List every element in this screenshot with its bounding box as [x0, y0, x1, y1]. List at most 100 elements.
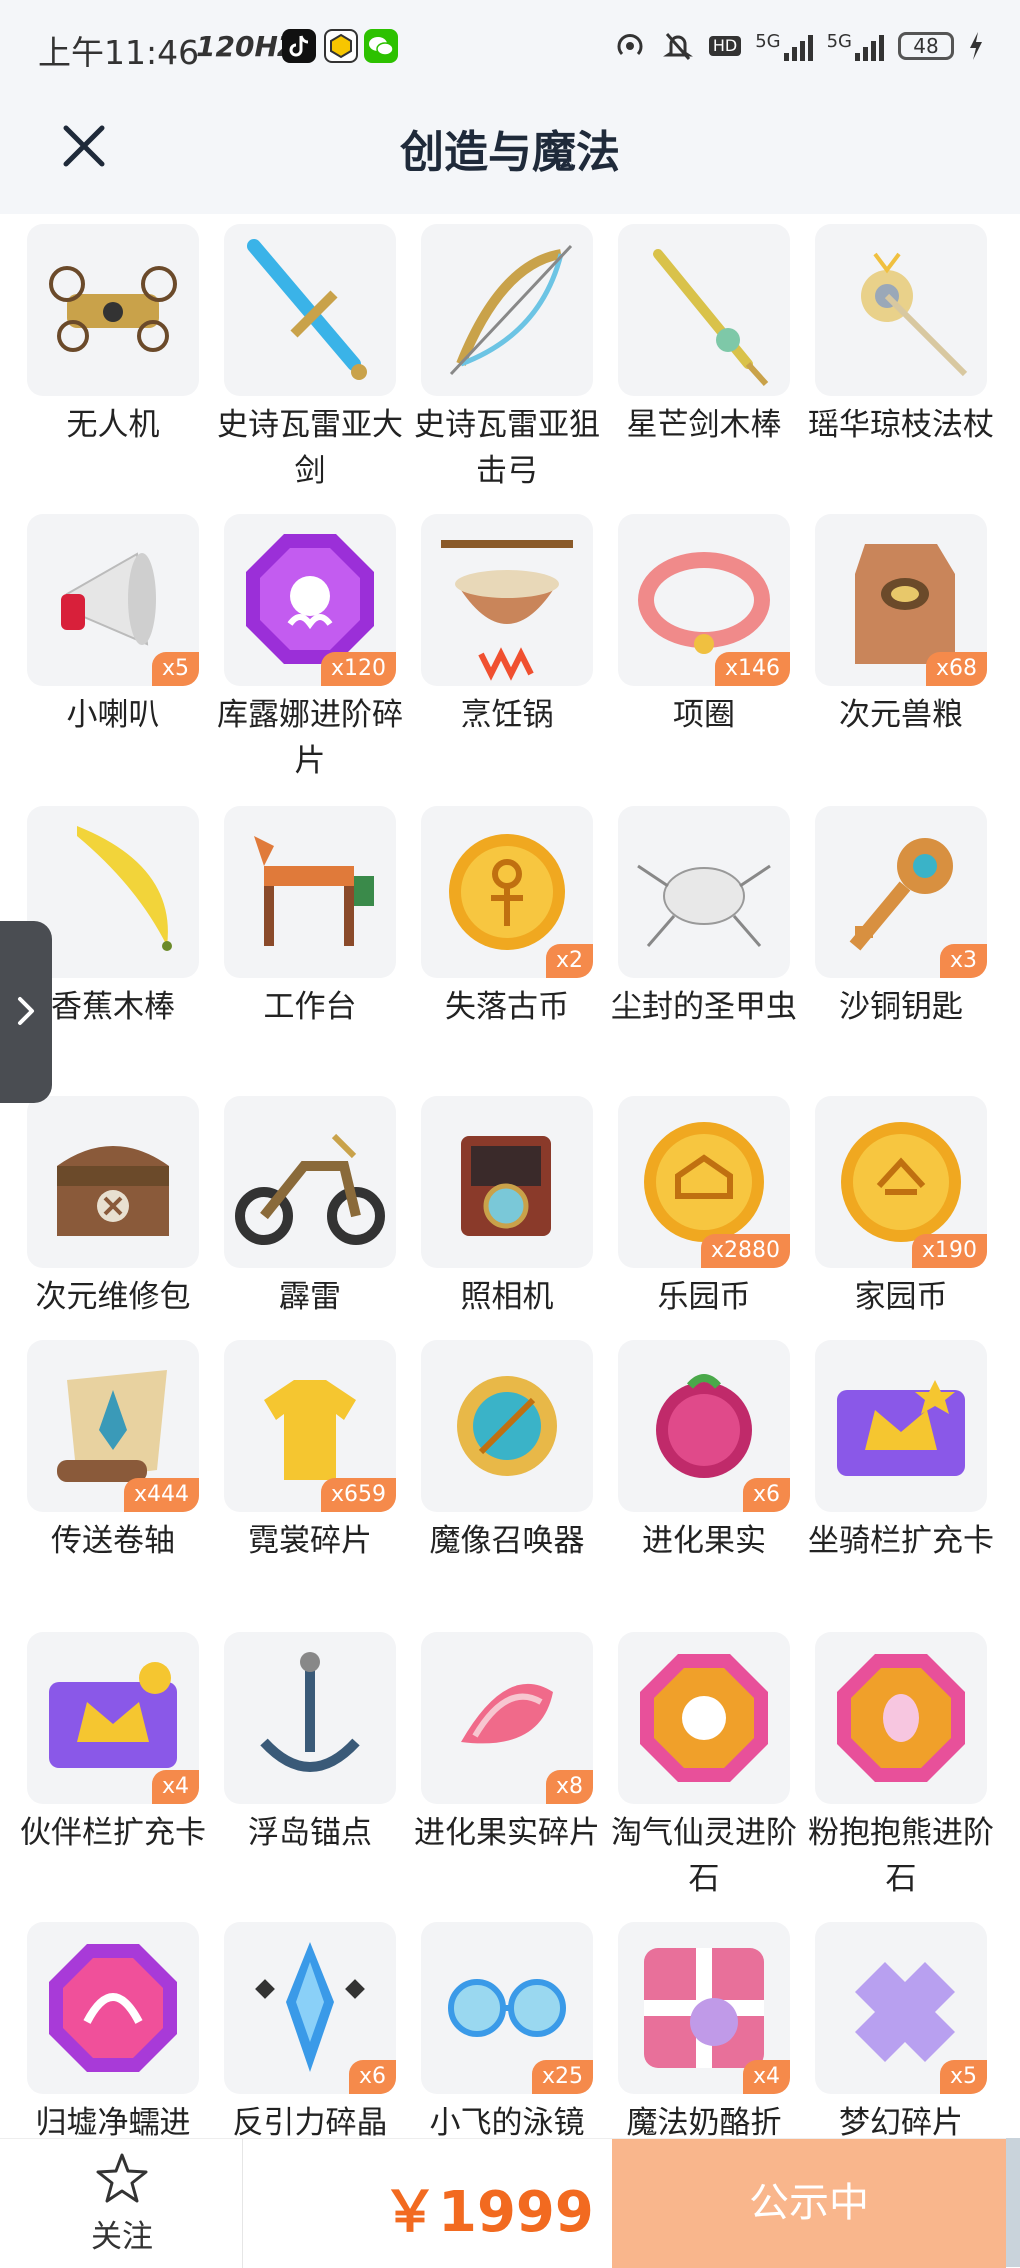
item-icon: [449, 244, 573, 376]
item-image: x444: [27, 1340, 199, 1512]
item-card[interactable]: 次元维修包: [27, 1096, 199, 1320]
item-image: [27, 224, 199, 396]
item-image: [27, 1096, 199, 1268]
item-card[interactable]: 粉抱抱熊进阶石: [808, 1632, 994, 1902]
item-card[interactable]: x6 反引力碎晶: [224, 1922, 396, 2138]
item-count-badge: x4: [151, 1770, 199, 1804]
item-name: 史诗瓦雷亚狙击弓: [414, 407, 600, 489]
item-icon: [640, 1654, 768, 1782]
item-card[interactable]: x659 霓裳碎片: [224, 1340, 396, 1564]
item-image: [618, 224, 790, 396]
item-card[interactable]: x8 进化果实碎片: [414, 1632, 600, 1856]
item-name: 魔法奶酪折: [626, 2105, 782, 2138]
item-card[interactable]: 瑶华琼枝法杖: [808, 224, 994, 448]
item-name: 家园币: [854, 1279, 948, 1315]
item-card[interactable]: x146 项圈: [618, 514, 790, 738]
side-drawer-handle[interactable]: [0, 921, 52, 1103]
item-image: x5: [815, 1922, 987, 2094]
item-image: [421, 514, 593, 686]
item-card[interactable]: 霹雷: [224, 1096, 396, 1320]
item-card[interactable]: x3 沙铜钥匙: [815, 806, 987, 1030]
follow-button[interactable]: 关注: [62, 2151, 182, 2256]
item-name: 进化果实: [642, 1523, 766, 1559]
scrollbar[interactable]: [1006, 2138, 1020, 2267]
item-card[interactable]: x444 传送卷轴: [27, 1340, 199, 1564]
item-icon: [861, 252, 968, 377]
item-count-badge: x2: [545, 944, 593, 978]
item-grid: 无人机 史诗瓦雷亚大剑 史诗瓦雷亚狙击弓 星芒剑木棒 瑶华琼枝法杖 x5 小喇叭 x120 库露…: [0, 214, 1020, 2138]
item-name: 无人机: [66, 407, 160, 443]
item-card[interactable]: 工作台: [224, 806, 396, 1030]
item-card[interactable]: 史诗瓦雷亚大剑: [217, 224, 403, 494]
item-name: 粉抱抱熊进阶石: [808, 1815, 994, 1897]
item-card[interactable]: 魔像召唤器: [421, 1340, 593, 1564]
item-image: x6: [224, 1922, 396, 2094]
item-card[interactable]: 归墟净蠕进: [27, 1922, 199, 2138]
item-count-badge: x120: [320, 652, 396, 686]
item-image: [815, 1340, 987, 1512]
item-count-badge: x25: [531, 2060, 593, 2094]
item-count-badge: x2880: [700, 1234, 790, 1268]
chevron-right-icon: [18, 997, 34, 1025]
item-name: 魔像召唤器: [429, 1523, 585, 1559]
item-image: x68: [815, 514, 987, 686]
item-image: x659: [224, 1340, 396, 1512]
item-count-badge: x5: [939, 2060, 987, 2094]
item-name: 烹饪锅: [460, 697, 554, 733]
item-icon: [254, 836, 374, 946]
item-name: 尘封的圣甲虫: [611, 989, 797, 1025]
item-count-badge: x659: [320, 1478, 396, 1512]
item-card[interactable]: 照相机: [421, 1096, 593, 1320]
item-name: 库露娜进阶碎片: [217, 697, 403, 779]
publicity-status-button[interactable]: 公示中: [612, 2139, 1006, 2268]
tiktok-icon: [282, 29, 316, 63]
item-image: x2: [421, 806, 593, 978]
item-count-badge: x146: [714, 652, 790, 686]
status-indicators: HD 5G 5G 48: [613, 24, 984, 68]
item-card[interactable]: x120 库露娜进阶碎片: [217, 514, 403, 784]
item-card[interactable]: x5 梦幻碎片: [815, 1922, 987, 2138]
charging-icon: [970, 32, 982, 60]
item-image: x25: [421, 1922, 593, 2094]
item-card[interactable]: 浮岛锚点: [224, 1632, 396, 1856]
item-card[interactable]: 尘封的圣甲虫: [611, 806, 797, 1030]
item-card[interactable]: 史诗瓦雷亚狙击弓: [414, 224, 600, 494]
item-card[interactable]: x4 魔法奶酪折: [618, 1922, 790, 2138]
item-name: 史诗瓦雷亚大剑: [217, 407, 403, 489]
item-image: x120: [224, 514, 396, 686]
item-name: 反引力碎晶: [232, 2105, 388, 2138]
item-card[interactable]: x4 伙伴栏扩充卡: [20, 1632, 206, 1856]
item-name: 传送卷轴: [51, 1523, 175, 1559]
item-card[interactable]: x5 小喇叭: [27, 514, 199, 738]
item-image: x5: [27, 514, 199, 686]
item-card[interactable]: 淘气仙灵进阶石: [611, 1632, 797, 1902]
item-name: 照相机: [460, 1279, 554, 1315]
item-count-badge: x6: [742, 1478, 790, 1512]
item-card[interactable]: x25 小飞的泳镜: [421, 1922, 593, 2138]
item-card[interactable]: 星芒剑木棒: [618, 224, 790, 448]
item-name: 归墟净蠕进: [35, 2105, 191, 2138]
item-image: [224, 224, 396, 396]
mute-bell-icon: [662, 33, 693, 60]
item-name: 小飞的泳镜: [429, 2105, 585, 2138]
item-card[interactable]: x2 失落古币: [421, 806, 593, 1030]
item-card[interactable]: x6 进化果实: [618, 1340, 790, 1564]
item-icon: [837, 1654, 965, 1782]
item-card[interactable]: x68 次元兽粮: [815, 514, 987, 738]
item-card[interactable]: 无人机: [27, 224, 199, 448]
network-type: 5G: [755, 31, 781, 52]
status-time: 上午11:46: [38, 33, 200, 72]
item-name: 次元兽粮: [839, 697, 963, 733]
item-icon: [247, 239, 367, 380]
item-name: 失落古币: [445, 989, 569, 1025]
item-name: 伙伴栏扩充卡: [20, 1815, 206, 1851]
item-card[interactable]: 香蕉木棒: [27, 806, 199, 1030]
item-icon: [57, 1146, 169, 1236]
item-card[interactable]: x2880 乐园币: [618, 1096, 790, 1320]
item-card[interactable]: 烹饪锅: [421, 514, 593, 738]
item-name: 进化果实碎片: [414, 1815, 600, 1851]
item-image: [27, 1922, 199, 2094]
item-card[interactable]: 坐骑栏扩充卡: [808, 1340, 994, 1564]
item-card[interactable]: x190 家园币: [815, 1096, 987, 1320]
item-icon: [837, 1380, 965, 1476]
